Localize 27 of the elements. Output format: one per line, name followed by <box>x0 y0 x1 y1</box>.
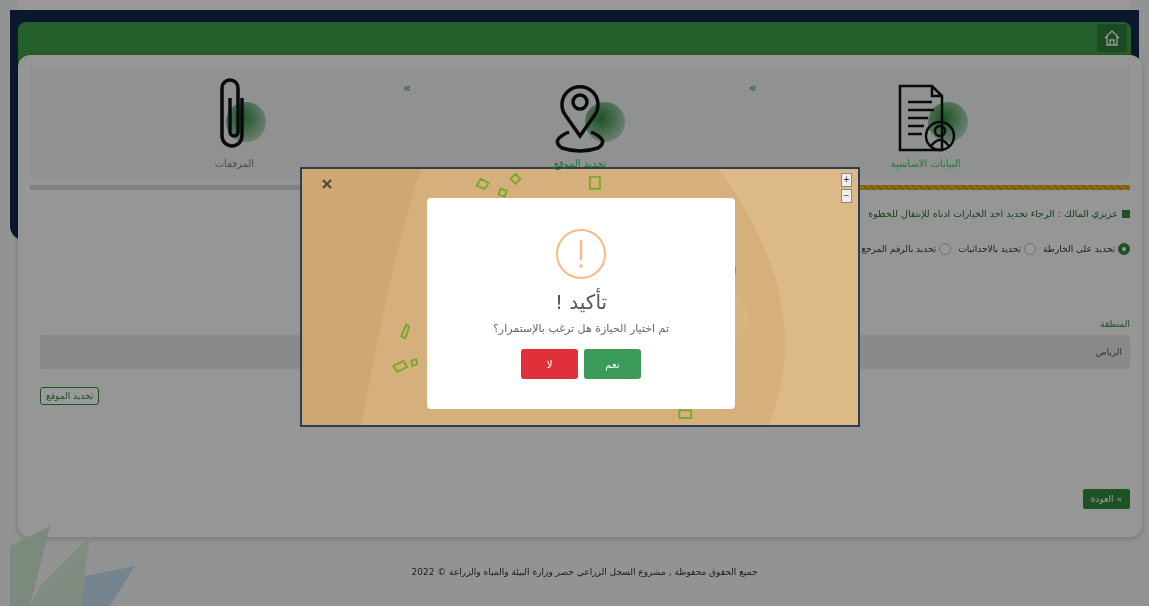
warning-icon <box>555 228 607 280</box>
step-label[interactable]: تحديد الموقع <box>553 158 607 169</box>
instruction-text: عزيزي المالك : الرجاء تحديد احد الخيارات ادناه للإنتقال للخطوة <box>868 208 1118 219</box>
home-icon <box>1103 29 1121 47</box>
note-icon <box>1122 209 1130 218</box>
yes-button[interactable]: نعم <box>584 349 641 379</box>
footer-text: جميع الحقوق محفوظة , مشروع السجل الزراعي حصر وزارة البيئة والمياه والزراعة © 2022 <box>411 566 758 577</box>
step-separator: « <box>748 80 757 95</box>
zoom-out-button[interactable]: − <box>841 189 852 203</box>
option-label: تحديد بالرقم المرجع <box>861 244 937 254</box>
close-icon[interactable] <box>322 179 332 189</box>
dialog-message: تم اختيار الحيازة هل ترغب بالإستمرار؟ <box>493 322 669 335</box>
step-separator: « <box>403 80 412 95</box>
locate-button[interactable]: تحديد الموقع <box>40 387 100 405</box>
home-button[interactable] <box>1097 24 1127 52</box>
option-label: تحديد بالاحداثيات <box>958 244 1021 254</box>
zoom-in-button[interactable]: + <box>841 173 852 187</box>
dialog-title: تأكيد ! <box>554 290 608 314</box>
radio-button[interactable] <box>1118 243 1130 255</box>
option-label: تحديد على الخارطة <box>1043 244 1115 254</box>
radio-button[interactable] <box>1024 243 1036 255</box>
step-label[interactable]: المرفقات <box>214 158 255 169</box>
step-label[interactable]: البيانات الاساسية <box>890 158 961 169</box>
no-button[interactable]: لا <box>521 349 578 379</box>
field-label: المنطقة <box>1100 319 1130 329</box>
back-button[interactable]: » العودة <box>1082 489 1130 509</box>
radio-button[interactable] <box>939 243 952 255</box>
